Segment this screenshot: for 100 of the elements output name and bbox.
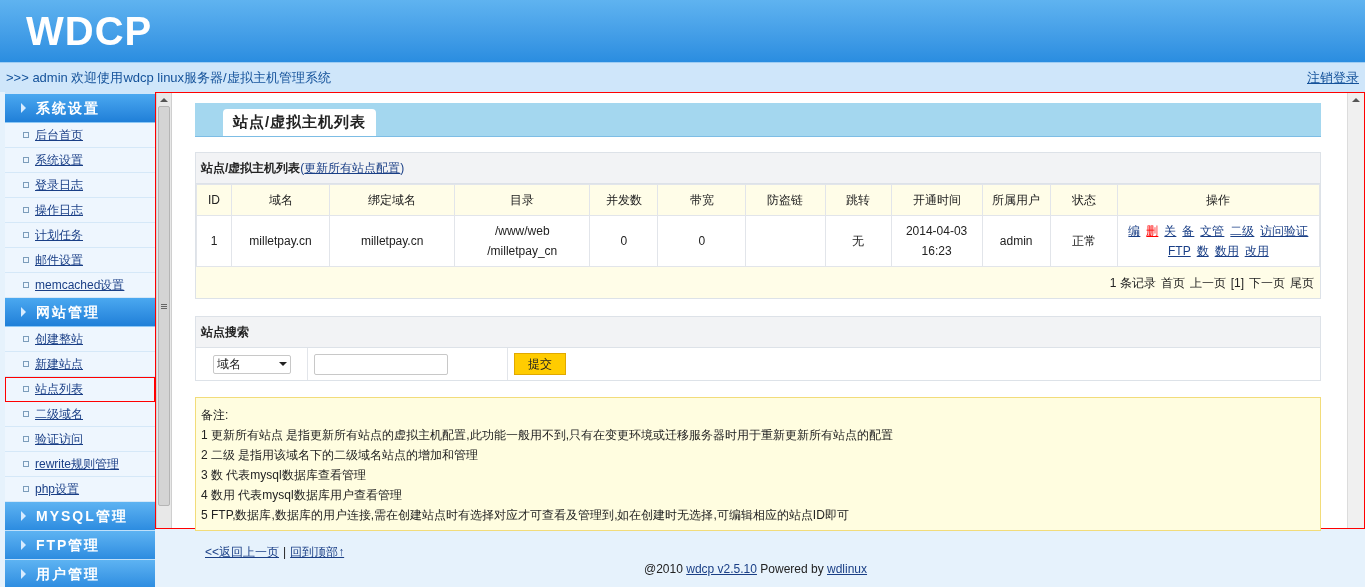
table-cell: 0	[657, 215, 746, 267]
square-icon	[23, 486, 29, 492]
table-cell: 无	[825, 215, 892, 267]
notes-title: 备注:	[201, 407, 230, 424]
section-title: 站点搜索	[201, 324, 249, 341]
action-link[interactable]: 删	[1146, 221, 1159, 241]
column-header: 并发数	[589, 184, 658, 216]
sidebar-link[interactable]: 验证访问	[35, 430, 83, 448]
sidebar-item[interactable]: 二级域名	[5, 402, 155, 427]
sidebar-item[interactable]: memcached设置	[5, 273, 155, 298]
action-link[interactable]: 改用	[1244, 241, 1269, 261]
column-header: 防盗链	[745, 184, 825, 216]
top-link[interactable]: 回到顶部↑	[290, 543, 345, 561]
sidebar-link[interactable]: 后台首页	[35, 126, 83, 144]
action-link[interactable]: FTP	[1168, 241, 1191, 261]
column-header: 跳转	[825, 184, 892, 216]
sidebar-item[interactable]: rewrite规则管理	[5, 452, 155, 477]
note-line: 2 二级 是指用该域名下的二级域名站点的增加和管理	[201, 447, 480, 464]
sidebar-item[interactable]: 计划任务	[5, 223, 155, 248]
square-icon	[23, 257, 29, 263]
table-cell: 1	[196, 215, 232, 267]
vendor-link[interactable]: wdlinux	[827, 562, 868, 576]
sidebar-item[interactable]: 邮件设置	[5, 248, 155, 273]
group-title: 网站管理	[36, 302, 100, 322]
action-link[interactable]: 二级	[1230, 221, 1255, 241]
sidebar-item[interactable]: 站点列表	[5, 377, 155, 402]
action-link[interactable]: 编	[1128, 221, 1141, 241]
sidebar-link[interactable]: memcached设置	[35, 276, 125, 294]
sidebar-item[interactable]: 新建站点	[5, 352, 155, 377]
action-link[interactable]: 备	[1182, 221, 1195, 241]
sidebar-link[interactable]: 操作日志	[35, 201, 83, 219]
group-title: 用户管理	[36, 564, 100, 584]
sidebar-link[interactable]: 二级域名	[35, 405, 83, 423]
pager-item[interactable]: 首页	[1160, 273, 1185, 292]
triangle-icon	[21, 540, 26, 550]
action-link[interactable]: 访问验证	[1260, 221, 1309, 241]
sidebar-link[interactable]: rewrite规则管理	[35, 455, 119, 473]
search-input[interactable]	[314, 353, 448, 375]
sidebar-link[interactable]: 创建整站	[35, 330, 83, 348]
note-line: 5 FTP,数据库,数据库的用户连接,需在创建站点时有选择对应才可查看及管理到,如在创建时无选择,可编辑相应的站点ID即可	[201, 507, 850, 524]
page-tab[interactable]: 站点/虚拟主机列表	[223, 109, 377, 136]
table-cell: /www/web /milletpay_cn	[454, 215, 590, 267]
sidebar-item[interactable]: 后台首页	[5, 123, 155, 148]
column-header: 带宽	[657, 184, 746, 216]
submit-button[interactable]: 提交	[514, 353, 566, 375]
action-link[interactable]: 关	[1164, 221, 1177, 241]
sidebar-link[interactable]: 登录日志	[35, 176, 83, 194]
column-header: 状态	[1050, 184, 1118, 216]
pager-item: 1 条记录	[1109, 274, 1156, 292]
square-icon	[23, 336, 29, 342]
table-cell: 0	[589, 215, 658, 267]
table-cell: milletpay.cn	[231, 215, 330, 267]
sidebar-item[interactable]: 创建整站	[5, 327, 155, 352]
pager-item[interactable]: 下一页	[1249, 273, 1285, 292]
sidebar-item[interactable]: 操作日志	[5, 198, 155, 223]
square-icon	[23, 436, 29, 442]
scroll-up-icon[interactable]	[160, 98, 168, 102]
square-icon	[23, 411, 29, 417]
square-icon	[23, 232, 29, 238]
version-link[interactable]: wdcp v2.5.10	[686, 562, 757, 576]
column-header: 域名	[231, 184, 330, 216]
pager-item[interactable]: 上一页	[1189, 273, 1226, 292]
table-cell: 2014-04-03 16:23	[891, 215, 983, 267]
square-icon	[23, 282, 29, 288]
splitter-scrollbar[interactable]	[156, 93, 172, 528]
sidebar-item[interactable]: 登录日志	[5, 173, 155, 198]
sidebar-link[interactable]: 站点列表	[35, 380, 83, 398]
vertical-scrollbar[interactable]	[1347, 93, 1364, 528]
action-link[interactable]: 文管	[1200, 221, 1225, 241]
field-select[interactable]: 域名	[213, 354, 291, 374]
sidebar-link[interactable]: php设置	[35, 480, 80, 498]
pager-item[interactable]: [1]	[1230, 273, 1244, 292]
separator-text: |	[283, 544, 287, 561]
sidebar-link[interactable]: 系统设置	[35, 151, 83, 169]
action-link[interactable]: 数用	[1214, 241, 1239, 261]
column-header: 绑定域名	[329, 184, 455, 216]
column-header: 开通时间	[891, 184, 983, 216]
column-header: 所属用户	[982, 184, 1051, 216]
triangle-icon	[21, 103, 26, 113]
action-link[interactable]: 数	[1196, 241, 1209, 261]
sidebar-link[interactable]: 邮件设置	[35, 251, 83, 269]
paren-text: (	[300, 160, 305, 177]
sidebar-item[interactable]: 系统设置	[5, 148, 155, 173]
column-header: ID	[196, 184, 232, 216]
dropdown-caret-icon	[279, 362, 287, 366]
logout-link[interactable]: 注销登录	[1307, 67, 1359, 88]
sidebar-link[interactable]: 计划任务	[35, 226, 83, 244]
group-title: 系统设置	[36, 98, 100, 118]
scroll-up-icon[interactable]	[1352, 98, 1360, 102]
note-line: 3 数 代表mysql数据库查看管理	[201, 467, 367, 484]
square-icon	[23, 461, 29, 467]
copyright-text: @2010 wdcp v2.5.10 Powered by wdlinux	[644, 561, 868, 578]
paren-text: )	[400, 160, 405, 177]
back-link[interactable]: <<返回上一页	[205, 543, 279, 561]
sidebar-item[interactable]: php设置	[5, 477, 155, 502]
table-cell: admin	[982, 215, 1051, 267]
sidebar-link[interactable]: 新建站点	[35, 355, 83, 373]
sidebar-item[interactable]: 验证访问	[5, 427, 155, 452]
table-cell: milletpay.cn	[329, 215, 455, 267]
pager-item[interactable]: 尾页	[1290, 273, 1314, 292]
